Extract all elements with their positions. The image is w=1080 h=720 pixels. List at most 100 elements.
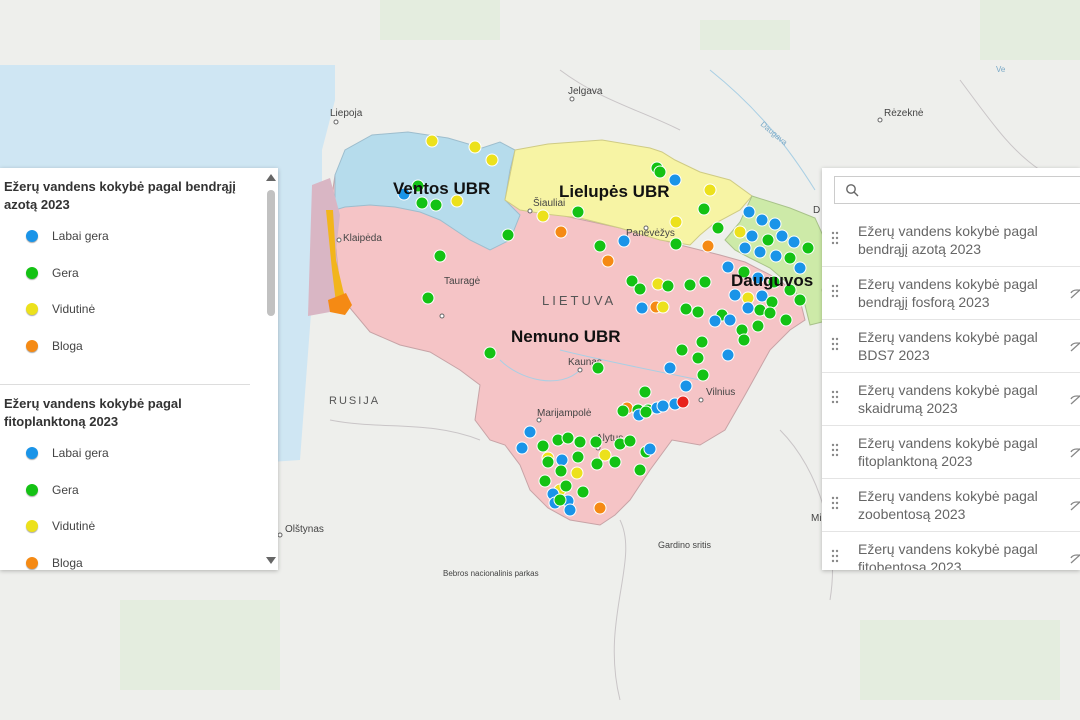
visibility-toggle-icon[interactable]	[1070, 552, 1080, 564]
lake-point[interactable]	[765, 295, 779, 309]
lake-point[interactable]	[638, 385, 652, 399]
lake-point[interactable]	[415, 196, 429, 210]
drag-handle-icon[interactable]	[831, 284, 839, 298]
lake-point[interactable]	[698, 275, 712, 289]
lake-point[interactable]	[590, 457, 604, 471]
lake-point[interactable]	[801, 241, 815, 255]
legend-scrollbar[interactable]	[264, 168, 278, 570]
lake-point[interactable]	[554, 225, 568, 239]
lake-point[interactable]	[468, 140, 482, 154]
lake-point[interactable]	[696, 368, 710, 382]
lake-point[interactable]	[721, 348, 735, 362]
visibility-toggle-icon[interactable]	[1070, 287, 1080, 299]
lake-point[interactable]	[559, 479, 573, 493]
layer-item[interactable]: Ežerų vandens kokybė pagal fitobentosa 2…	[822, 532, 1080, 570]
lake-point[interactable]	[485, 153, 499, 167]
lake-point[interactable]	[643, 442, 657, 456]
lake-point[interactable]	[515, 441, 529, 455]
lake-point[interactable]	[755, 213, 769, 227]
lake-point[interactable]	[683, 278, 697, 292]
drag-handle-icon[interactable]	[831, 231, 839, 245]
lake-point[interactable]	[703, 183, 717, 197]
lake-point[interactable]	[433, 249, 447, 263]
lake-point[interactable]	[656, 399, 670, 413]
lake-point[interactable]	[593, 501, 607, 515]
lake-point[interactable]	[676, 395, 690, 409]
lake-point[interactable]	[753, 245, 767, 259]
visibility-toggle-icon[interactable]	[1070, 340, 1080, 352]
lake-point[interactable]	[421, 291, 435, 305]
lake-point[interactable]	[675, 343, 689, 357]
lake-point[interactable]	[656, 300, 670, 314]
lake-point[interactable]	[711, 221, 725, 235]
lake-point[interactable]	[793, 293, 807, 307]
lake-point[interactable]	[728, 288, 742, 302]
lake-point[interactable]	[425, 134, 439, 148]
visibility-toggle-icon[interactable]	[1070, 446, 1080, 458]
lake-point[interactable]	[576, 485, 590, 499]
search-input[interactable]	[869, 179, 1073, 203]
lake-point[interactable]	[661, 279, 675, 293]
legend-panel[interactable]: Ežerų vandens kokybė pagal bendrąjį azot…	[0, 168, 278, 570]
lake-point[interactable]	[723, 313, 737, 327]
lake-point[interactable]	[742, 205, 756, 219]
layer-item[interactable]: Ežerų vandens kokybė pagal bendrąjį azot…	[822, 214, 1080, 267]
lake-point[interactable]	[768, 217, 782, 231]
lake-point[interactable]	[639, 405, 653, 419]
drag-handle-icon[interactable]	[831, 496, 839, 510]
lake-point[interactable]	[669, 237, 683, 251]
lake-point[interactable]	[751, 319, 765, 333]
layer-list-panel[interactable]: Ežerų vandens kokybė pagal bendrąjį azot…	[822, 168, 1080, 570]
lake-point[interactable]	[733, 225, 747, 239]
lake-point[interactable]	[563, 503, 577, 517]
lake-point[interactable]	[701, 239, 715, 253]
drag-handle-icon[interactable]	[831, 390, 839, 404]
lake-point[interactable]	[553, 493, 567, 507]
lake-point[interactable]	[695, 335, 709, 349]
lake-point[interactable]	[536, 439, 550, 453]
lake-point[interactable]	[617, 234, 631, 248]
visibility-toggle-icon[interactable]	[1070, 499, 1080, 511]
scroll-thumb[interactable]	[267, 190, 275, 316]
lake-point[interactable]	[783, 251, 797, 265]
lake-point[interactable]	[691, 305, 705, 319]
lake-point[interactable]	[538, 474, 552, 488]
lake-point[interactable]	[623, 434, 637, 448]
lake-point[interactable]	[697, 202, 711, 216]
lake-point[interactable]	[679, 302, 693, 316]
lake-point[interactable]	[501, 228, 515, 242]
layer-item[interactable]: Ežerų vandens kokybė pagal bendrąjį fosf…	[822, 267, 1080, 320]
lake-point[interactable]	[761, 233, 775, 247]
lake-point[interactable]	[555, 453, 569, 467]
drag-handle-icon[interactable]	[831, 443, 839, 457]
drag-handle-icon[interactable]	[831, 549, 839, 563]
lake-point[interactable]	[633, 282, 647, 296]
layer-item[interactable]: Ežerų vandens kokybė pagal fitoplanktoną…	[822, 426, 1080, 479]
scroll-up-icon[interactable]	[266, 174, 276, 181]
lake-point[interactable]	[541, 455, 555, 469]
lake-point[interactable]	[668, 173, 682, 187]
lake-point[interactable]	[429, 198, 443, 212]
lake-point[interactable]	[679, 379, 693, 393]
lake-point[interactable]	[663, 361, 677, 375]
lake-point[interactable]	[653, 165, 667, 179]
lake-point[interactable]	[601, 254, 615, 268]
lake-point[interactable]	[608, 455, 622, 469]
visibility-toggle-icon[interactable]	[1070, 393, 1080, 405]
lake-point[interactable]	[633, 463, 647, 477]
lake-point[interactable]	[763, 306, 777, 320]
lake-point[interactable]	[523, 425, 537, 439]
lake-point[interactable]	[589, 435, 603, 449]
lake-point[interactable]	[571, 450, 585, 464]
lake-point[interactable]	[737, 333, 751, 347]
lake-point[interactable]	[691, 351, 705, 365]
lake-point[interactable]	[571, 205, 585, 219]
lake-point[interactable]	[561, 431, 575, 445]
layer-item[interactable]: Ežerų vandens kokybė pagal BDS7 2023	[822, 320, 1080, 373]
scroll-down-icon[interactable]	[266, 557, 276, 564]
lake-point[interactable]	[554, 464, 568, 478]
lake-point[interactable]	[570, 466, 584, 480]
search-box[interactable]	[834, 176, 1080, 204]
lake-point[interactable]	[741, 301, 755, 315]
lake-point[interactable]	[779, 313, 793, 327]
